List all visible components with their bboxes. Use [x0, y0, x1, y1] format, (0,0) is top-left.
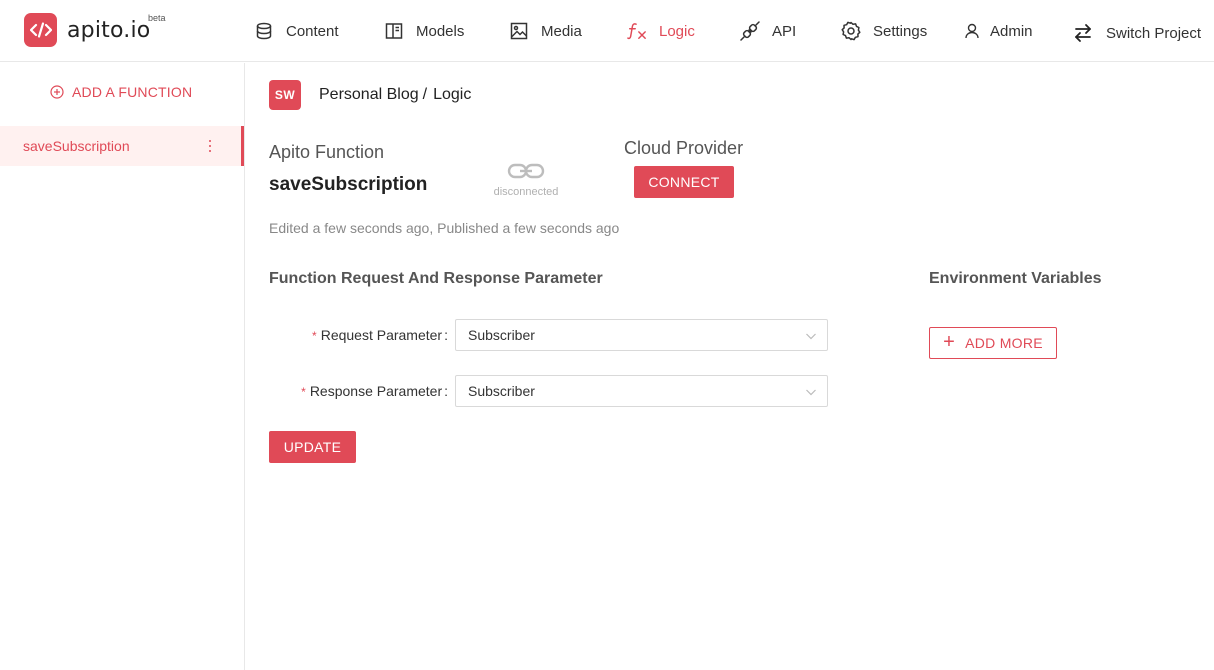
nav-models[interactable]: Models — [384, 0, 464, 62]
breadcrumb-project[interactable]: Personal Blog — [319, 86, 419, 103]
nav-logic[interactable]: Logic — [627, 0, 695, 62]
connection-status: disconnected — [490, 163, 562, 198]
request-parameter-select[interactable]: Subscriber — [455, 319, 828, 351]
breadcrumb-separator: / — [422, 86, 428, 103]
plus-icon: + — [943, 331, 956, 353]
sidebar: ADD A FUNCTION saveSubscription — [0, 63, 245, 670]
nav-switch-project-label: Switch Project — [1106, 24, 1202, 42]
function-item-label: saveSubscription — [23, 138, 130, 154]
nav-models-label: Models — [416, 22, 465, 40]
top-navigation: apito.io beta Content Models Media Logic… — [0, 0, 1214, 62]
nav-media-label: Media — [541, 22, 582, 40]
image-icon — [509, 21, 529, 41]
more-vertical-icon[interactable] — [205, 138, 215, 154]
code-icon — [24, 13, 57, 47]
connection-status-text: disconnected — [493, 186, 559, 198]
chevron-down-icon — [805, 329, 817, 341]
nav-api[interactable]: API — [740, 0, 796, 62]
brand-logo[interactable]: apito.io beta — [24, 13, 166, 47]
function-icon — [627, 21, 647, 41]
user-icon — [965, 21, 979, 41]
connect-button[interactable]: CONNECT — [634, 166, 734, 198]
nav-switch-project[interactable]: Switch Project — [1073, 2, 1201, 64]
nav-settings[interactable]: Settings — [841, 0, 927, 62]
brand-beta-tag: beta — [148, 13, 166, 23]
response-parameter-select[interactable]: Subscriber — [455, 375, 828, 407]
nav-media[interactable]: Media — [509, 0, 582, 62]
nav-settings-label: Settings — [873, 22, 928, 40]
cloud-provider-label: Cloud Provider — [624, 138, 744, 158]
request-parameter-label: * Request Parameter: — [312, 327, 448, 343]
sidebar-item-function[interactable]: saveSubscription — [0, 126, 244, 166]
nav-admin[interactable]: Admin — [965, 0, 1033, 62]
add-function-button[interactable]: ADD A FUNCTION — [50, 84, 192, 100]
api-plug-icon — [740, 21, 760, 41]
swap-arrows-icon — [1073, 23, 1093, 43]
response-parameter-label: * Response Parameter: — [301, 383, 448, 399]
environment-variables-title: Environment Variables — [929, 270, 1102, 287]
add-more-button[interactable]: + ADD MORE — [929, 327, 1057, 359]
breadcrumb: Personal Blog / Logic — [319, 86, 471, 104]
add-function-label: ADD A FUNCTION — [72, 84, 193, 100]
parameter-section-title: Function Request And Response Parameter — [269, 270, 603, 287]
edit-status-text: Edited a few seconds ago, Published a fe… — [269, 220, 620, 236]
required-mark: * — [301, 385, 306, 399]
nav-content[interactable]: Content — [254, 0, 339, 62]
plus-circle-icon — [50, 85, 64, 99]
project-avatar: SW — [269, 80, 301, 110]
breadcrumb-section: Logic — [433, 86, 472, 103]
response-parameter-value: Subscriber — [468, 383, 535, 399]
chevron-down-icon — [805, 385, 817, 397]
layout-icon — [384, 21, 404, 41]
required-mark: * — [312, 329, 317, 343]
nav-logic-label: Logic — [659, 22, 695, 40]
function-title: saveSubscription — [269, 174, 428, 195]
nav-admin-label: Admin — [990, 22, 1033, 40]
database-icon — [254, 21, 274, 41]
request-parameter-value: Subscriber — [468, 327, 535, 343]
add-more-label: ADD MORE — [965, 335, 1043, 351]
function-type-label: Apito Function — [269, 142, 385, 162]
update-button[interactable]: UPDATE — [269, 431, 356, 463]
gear-icon — [841, 21, 861, 41]
nav-api-label: API — [772, 22, 797, 40]
brand-name: apito.io — [67, 17, 151, 43]
link-icon — [507, 163, 545, 184]
nav-content-label: Content — [286, 22, 339, 40]
